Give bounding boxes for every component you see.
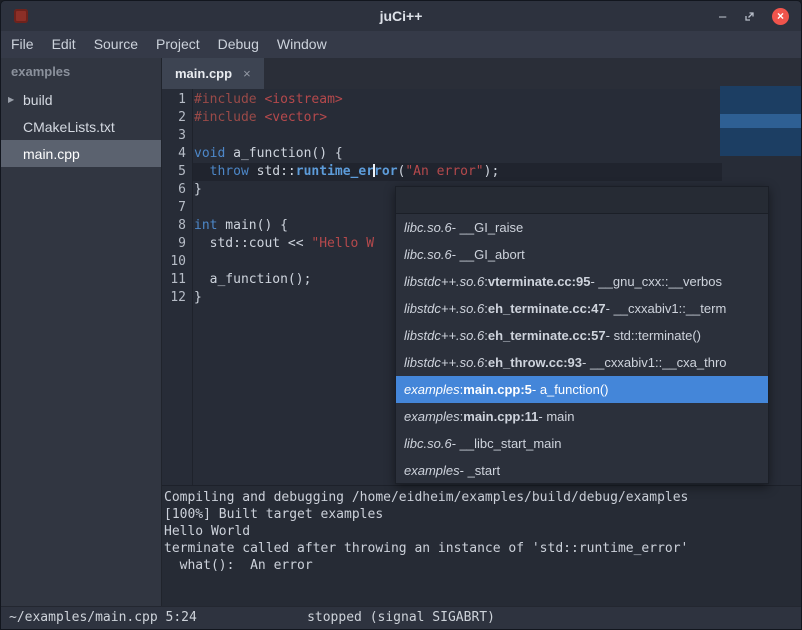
terminal-line: terminate called after throwing an insta… — [164, 540, 801, 557]
menu-item-file[interactable]: File — [2, 31, 43, 58]
file-tree: ▶ build CMakeLists.txt main.cpp — [1, 86, 161, 167]
status-debug-state: stopped (signal SIGABRT) — [307, 607, 495, 628]
code-line-5: 5 throw std::runtime_error("An error"); — [162, 163, 801, 181]
line-number: 4 — [162, 145, 186, 163]
stack-frame-item[interactable]: libc.so.6 - __libc_start_main — [396, 430, 768, 457]
line-number: 6 — [162, 181, 186, 199]
line-number: 7 — [162, 199, 186, 217]
tab-main-cpp[interactable]: main.cpp × — [162, 58, 264, 89]
stack-frame-list: libc.so.6 - __GI_raiselibc.so.6 - __GI_a… — [396, 214, 768, 484]
menubar: FileEditSourceProjectDebugWindow — [1, 31, 801, 58]
menu-item-edit[interactable]: Edit — [43, 31, 85, 58]
stack-frame-item[interactable]: examples:main.cpp:5 - a_function() — [396, 376, 768, 403]
window-title: juCi++ — [380, 8, 423, 24]
line-number: 2 — [162, 109, 186, 127]
line-number: 1 — [162, 91, 186, 109]
menu-item-window[interactable]: Window — [268, 31, 336, 58]
app-icon — [14, 9, 28, 23]
code-text: #include <vector> — [186, 109, 327, 127]
terminal-line: what(): An error — [164, 557, 801, 574]
code-line-2: 2#include <vector> — [162, 109, 801, 127]
tab-bar: main.cpp × — [162, 58, 801, 89]
terminal-line: Hello World — [164, 523, 801, 540]
status-bar: ~/examples/main.cpp 5:24 stopped (signal… — [1, 606, 801, 629]
code-line-1: 1#include <iostream> — [162, 91, 801, 109]
tab-label: main.cpp — [175, 66, 232, 81]
code-line-3: 3 — [162, 127, 801, 145]
line-number: 10 — [162, 253, 186, 271]
stack-frame-item[interactable]: libc.so.6 - __GI_abort — [396, 241, 768, 268]
code-text: throw std::runtime_error("An error"); — [186, 163, 499, 181]
terminal-line: [100%] Built target examples — [164, 506, 801, 523]
restore-icon[interactable] — [744, 11, 755, 22]
line-number: 9 — [162, 235, 186, 253]
sidebar-item-main-cpp[interactable]: main.cpp — [1, 140, 161, 167]
stack-trace-popup: libc.so.6 - __GI_raiselibc.so.6 - __GI_a… — [395, 186, 769, 484]
app-window: juCi++ − × FileEditSourceProjectDebugWin… — [0, 0, 802, 630]
stack-frame-item[interactable]: libc.so.6 - __GI_raise — [396, 214, 768, 241]
sidebar-item-build[interactable]: ▶ build — [1, 86, 161, 113]
status-file-position: ~/examples/main.cpp 5:24 — [9, 607, 197, 628]
line-number: 12 — [162, 289, 186, 307]
line-number: 5 — [162, 163, 186, 181]
terminal-line: Compiling and debugging /home/eidheim/ex… — [164, 489, 801, 506]
line-number: 8 — [162, 217, 186, 235]
file-tree-sidebar: examples ▶ build CMakeLists.txt main.cpp — [1, 58, 161, 606]
code-text: } — [186, 289, 202, 307]
menu-item-project[interactable]: Project — [147, 31, 209, 58]
stack-frame-item[interactable]: libstdc++.so.6:eh_terminate.cc:47 - __cx… — [396, 295, 768, 322]
debug-tooltip-highlight — [720, 114, 801, 128]
code-text: #include <iostream> — [186, 91, 343, 109]
gutter-divider — [192, 89, 193, 485]
stack-frame-item[interactable]: examples - _start — [396, 457, 768, 484]
project-name-header: examples — [1, 58, 161, 86]
menu-item-debug[interactable]: Debug — [209, 31, 268, 58]
stack-frame-item[interactable]: libstdc++.so.6:eh_terminate.cc:57 - std:… — [396, 322, 768, 349]
sidebar-item-cmakelists-txt[interactable]: CMakeLists.txt — [1, 113, 161, 140]
code-text: void a_function() { — [186, 145, 343, 163]
tree-expander-icon[interactable]: ▶ — [8, 95, 14, 104]
terminal-output[interactable]: Compiling and debugging /home/eidheim/ex… — [162, 485, 801, 606]
tab-close-icon[interactable]: × — [243, 66, 251, 81]
titlebar: juCi++ − × — [1, 1, 801, 31]
code-text: } — [186, 181, 202, 199]
stack-frame-item[interactable]: examples:main.cpp:11 - main — [396, 403, 768, 430]
code-text: a_function(); — [186, 271, 311, 289]
line-number: 3 — [162, 127, 186, 145]
tree-item-label: main.cpp — [23, 146, 80, 162]
close-icon[interactable]: × — [772, 8, 789, 25]
code-text: int main() { — [186, 217, 288, 235]
minimize-icon[interactable]: − — [718, 13, 727, 23]
debug-tooltip-panel — [720, 86, 801, 156]
stack-frame-item[interactable]: libstdc++.so.6:eh_throw.cc:93 - __cxxabi… — [396, 349, 768, 376]
stack-frame-item[interactable]: libstdc++.so.6:vterminate.cc:95 - __gnu_… — [396, 268, 768, 295]
window-controls: − × — [718, 1, 789, 31]
tree-item-label: build — [23, 92, 53, 108]
menu-item-source[interactable]: Source — [85, 31, 147, 58]
tree-item-label: CMakeLists.txt — [23, 119, 115, 135]
code-text: std::cout << "Hello W — [186, 235, 374, 253]
popup-search-input[interactable] — [396, 187, 768, 214]
code-line-4: 4void a_function() { — [162, 145, 801, 163]
line-number: 11 — [162, 271, 186, 289]
